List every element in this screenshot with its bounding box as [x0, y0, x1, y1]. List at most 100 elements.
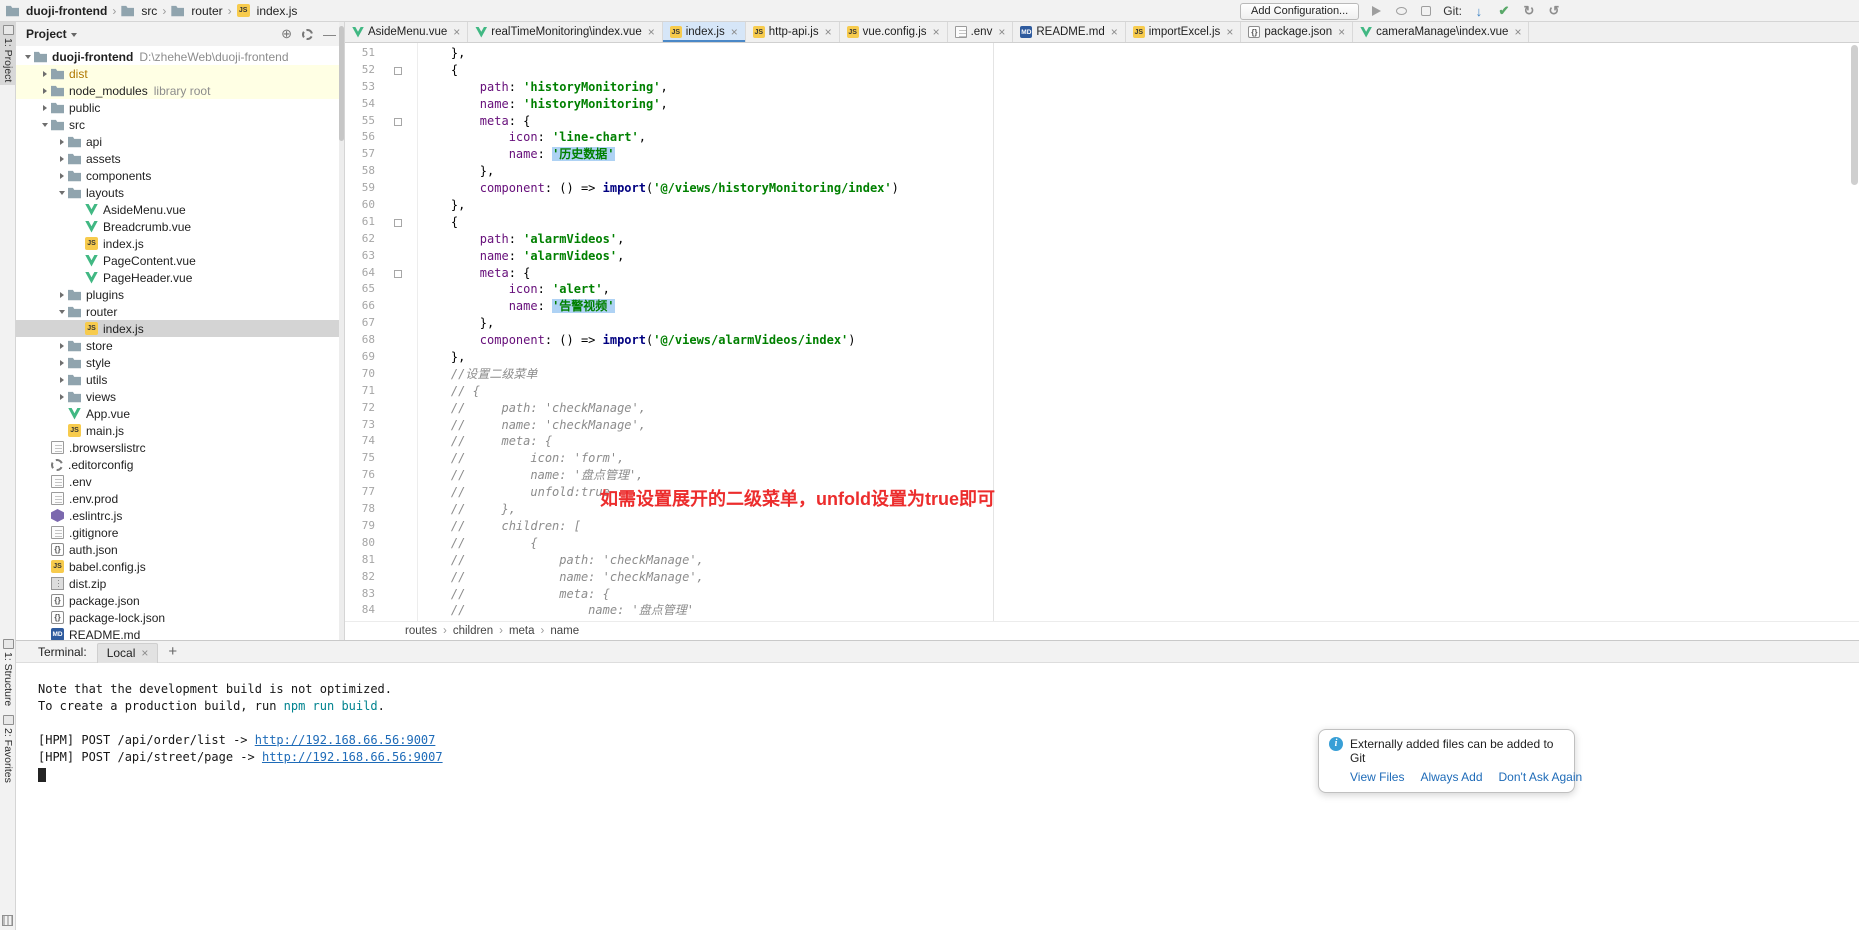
add-configuration-button[interactable]: Add Configuration... [1240, 3, 1359, 20]
editor-body[interactable]: 51 },52 {53 path: 'historyMonitoring',54… [345, 43, 1859, 621]
editor-tab-http-api-js[interactable]: JShttp-api.js× [746, 22, 840, 42]
tree-item-auth-json[interactable]: {}auth.json [16, 541, 344, 558]
tree-item-router[interactable]: router [16, 303, 344, 320]
tab-close-icon[interactable]: × [998, 25, 1005, 39]
terminal-link[interactable]: http://192.168.66.56:9007 [255, 733, 436, 747]
tree-item-main-js[interactable]: JSmain.js [16, 422, 344, 439]
terminal-tab-local[interactable]: Local × [97, 643, 159, 663]
run-icon[interactable] [1368, 3, 1384, 19]
commit-icon[interactable]: ✔ [1496, 3, 1512, 19]
chevron-right-icon[interactable] [56, 173, 68, 179]
chevron-right-icon[interactable] [56, 139, 68, 145]
tree-item-eslintrc-js[interactable]: .eslintrc.js [16, 507, 344, 524]
chevron-down-icon[interactable] [39, 123, 51, 127]
editor-tab-asidemenu-vue[interactable]: AsideMenu.vue× [345, 22, 468, 42]
tree-item-readme-md[interactable]: MDREADME.md [16, 626, 344, 640]
editor-tab-cameramanage-index-vue[interactable]: cameraManage\index.vue× [1353, 22, 1529, 42]
tree-item-node-modules[interactable]: node_moduleslibrary root [16, 82, 344, 99]
tab-close-icon[interactable]: × [1226, 25, 1233, 39]
tree-item-index-js[interactable]: JSindex.js [16, 235, 344, 252]
close-icon[interactable]: × [141, 646, 148, 660]
chevron-down-icon[interactable] [71, 33, 77, 37]
tree-item-style[interactable]: style [16, 354, 344, 371]
editor-scrollbar[interactable] [1851, 45, 1858, 185]
tool-window-switcher-icon[interactable] [2, 915, 13, 926]
chevron-down-icon[interactable] [56, 310, 68, 314]
editor-tab-package-json[interactable]: {}package.json× [1241, 22, 1353, 42]
project-scrollbar[interactable] [339, 22, 344, 640]
chevron-down-icon[interactable] [22, 55, 34, 59]
tab-close-icon[interactable]: × [825, 25, 832, 39]
tree-item-dist[interactable]: dist [16, 65, 344, 82]
tab-close-icon[interactable]: × [1338, 25, 1345, 39]
notification-action-always-add[interactable]: Always Add [1420, 770, 1482, 784]
history-icon[interactable]: ↻ [1521, 3, 1537, 19]
tree-item-pagecontent-vue[interactable]: PageContent.vue [16, 252, 344, 269]
chevron-right-icon[interactable] [56, 360, 68, 366]
tab-close-icon[interactable]: × [731, 25, 738, 39]
notification-action-don-t-ask-again[interactable]: Don't Ask Again [1499, 770, 1583, 784]
editor-tab-importexcel-js[interactable]: JSimportExcel.js× [1126, 22, 1242, 42]
tree-item-env-prod[interactable]: .env.prod [16, 490, 344, 507]
locate-file-icon[interactable]: ⊕ [281, 26, 292, 42]
nav-breadcrumb-duoji-frontend[interactable]: duoji-frontend [6, 4, 107, 18]
gear-icon[interactable] [302, 29, 313, 40]
chevron-right-icon[interactable] [39, 105, 51, 111]
tab-close-icon[interactable]: × [933, 25, 940, 39]
coverage-icon[interactable] [1418, 3, 1434, 19]
tree-item-index-js[interactable]: JSindex.js [16, 320, 344, 337]
fold-marker-icon[interactable] [375, 214, 422, 231]
rollback-icon[interactable]: ↺ [1546, 3, 1562, 19]
nav-breadcrumb-router[interactable]: router [171, 4, 222, 18]
terminal-link[interactable]: http://192.168.66.56:9007 [262, 750, 443, 764]
tab-close-icon[interactable]: × [1111, 25, 1118, 39]
tree-item-editorconfig[interactable]: .editorconfig [16, 456, 344, 473]
fold-marker-icon[interactable] [375, 113, 422, 130]
tree-item-utils[interactable]: utils [16, 371, 344, 388]
tree-item-app-vue[interactable]: App.vue [16, 405, 344, 422]
tab-close-icon[interactable]: × [648, 25, 655, 39]
tab-close-icon[interactable]: × [453, 25, 460, 39]
new-terminal-icon[interactable]: + [168, 643, 177, 660]
tab-close-icon[interactable]: × [1514, 25, 1521, 39]
tool-button-structure[interactable]: 1: Structure [0, 636, 16, 709]
chevron-right-icon[interactable] [56, 394, 68, 400]
editor-tab-index-js[interactable]: JSindex.js× [663, 22, 746, 42]
tree-item-duoji-frontend[interactable]: duoji-frontendD:\zheheWeb\duoji-frontend [16, 48, 344, 65]
chevron-down-icon[interactable] [56, 191, 68, 195]
chevron-right-icon[interactable] [39, 71, 51, 77]
tree-item-babel-config-js[interactable]: JSbabel.config.js [16, 558, 344, 575]
tree-item-src[interactable]: src [16, 116, 344, 133]
tree-item-env[interactable]: .env [16, 473, 344, 490]
chevron-right-icon[interactable] [56, 377, 68, 383]
tree-item-browserslistrc[interactable]: .browserslistrc [16, 439, 344, 456]
hide-panel-icon[interactable]: — [323, 27, 336, 42]
tree-item-package-json[interactable]: {}package.json [16, 592, 344, 609]
nav-breadcrumb-index-js[interactable]: JSindex.js [237, 4, 298, 18]
tree-item-public[interactable]: public [16, 99, 344, 116]
fold-marker-icon[interactable] [375, 62, 422, 79]
tree-item-asidemenu-vue[interactable]: AsideMenu.vue [16, 201, 344, 218]
tree-item-components[interactable]: components [16, 167, 344, 184]
chevron-right-icon[interactable] [56, 343, 68, 349]
tree-item-breadcrumb-vue[interactable]: Breadcrumb.vue [16, 218, 344, 235]
debug-icon[interactable] [1393, 3, 1409, 19]
editor-tab-vue-config-js[interactable]: JSvue.config.js× [840, 22, 948, 42]
code-breadcrumb-routes[interactable]: routes [405, 625, 437, 637]
update-project-icon[interactable]: ↓ [1471, 3, 1487, 19]
chevron-right-icon[interactable] [56, 292, 68, 298]
tool-button-favorites[interactable]: 2: Favorites [0, 712, 16, 786]
tree-item-dist-zip[interactable]: dist.zip [16, 575, 344, 592]
tree-item-assets[interactable]: assets [16, 150, 344, 167]
tree-item-package-lock-json[interactable]: {}package-lock.json [16, 609, 344, 626]
code-breadcrumb-children[interactable]: children [453, 625, 493, 637]
tree-item-pageheader-vue[interactable]: PageHeader.vue [16, 269, 344, 286]
notification-action-view-files[interactable]: View Files [1350, 770, 1404, 784]
project-panel-title[interactable]: Project [26, 27, 67, 41]
code-breadcrumb-name[interactable]: name [550, 625, 579, 637]
editor-tab-realtimemonitoring-index-vue[interactable]: realTimeMonitoring\index.vue× [468, 22, 662, 42]
tree-item-api[interactable]: api [16, 133, 344, 150]
fold-marker-icon[interactable] [375, 265, 422, 282]
terminal-title[interactable]: Terminal: [38, 645, 87, 659]
editor-tab-env[interactable]: .env× [948, 22, 1014, 42]
